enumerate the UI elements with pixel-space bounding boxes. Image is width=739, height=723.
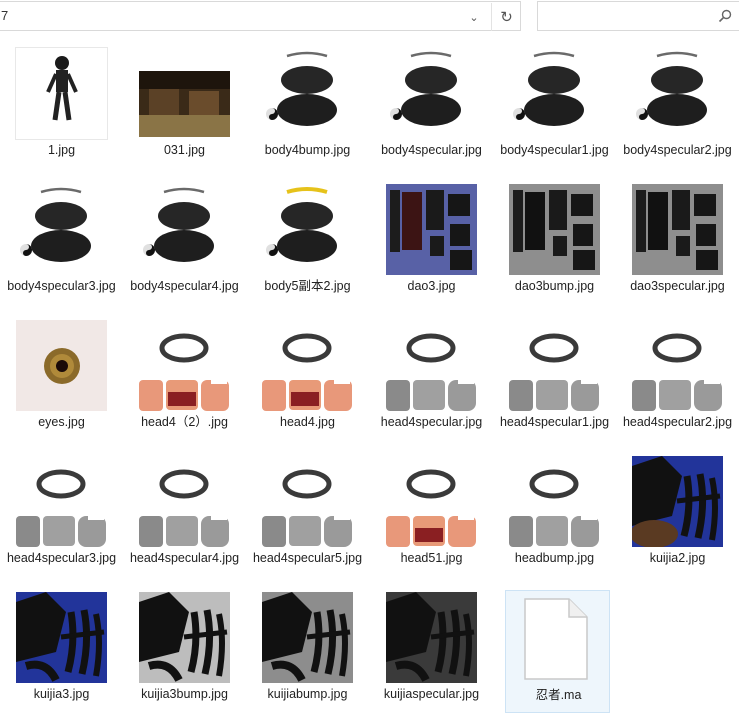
file-thumbnail: [386, 456, 477, 547]
file-item[interactable]: body4bump.jpg: [246, 42, 369, 176]
file-thumbnail: [509, 456, 600, 547]
file-item-selected[interactable]: 忍者.ma: [505, 590, 610, 713]
file-item[interactable]: dao3specular.jpg: [616, 178, 739, 312]
file-thumbnail: [632, 184, 723, 275]
file-thumbnail: [139, 184, 230, 275]
file-name: head4specular4.jpg: [129, 551, 240, 565]
file-item[interactable]: dao3bump.jpg: [493, 178, 616, 312]
file-thumbnail: [632, 320, 723, 411]
file-thumbnail: [262, 456, 353, 547]
search-icon[interactable]: [717, 8, 733, 24]
file-thumbnail: [139, 592, 230, 683]
file-name: head4specular1.jpg: [499, 415, 610, 429]
file-item[interactable]: head4specular3.jpg: [0, 450, 123, 584]
file-name: body4specular1.jpg: [500, 143, 609, 157]
file-item[interactable]: body4specular.jpg: [370, 42, 493, 176]
file-name: body4specular.jpg: [381, 143, 482, 157]
file-name: kuijia3bump.jpg: [141, 687, 228, 701]
file-thumbnail: [509, 320, 600, 411]
file-thumbnail: [509, 48, 600, 139]
file-thumbnail: [139, 71, 230, 137]
file-item[interactable]: dao3.jpg: [370, 178, 493, 312]
file-item[interactable]: 1.jpg: [0, 42, 123, 176]
file-item[interactable]: kuijia3.jpg: [0, 586, 123, 720]
file-thumbnail: [386, 592, 477, 683]
file-thumbnail: [632, 456, 723, 547]
file-name: body4specular3.jpg: [7, 279, 116, 293]
file-name: dao3specular.jpg: [630, 279, 725, 293]
file-thumbnail: [139, 456, 230, 547]
document-icon: [524, 598, 588, 680]
file-item[interactable]: head4.jpg: [246, 314, 369, 448]
file-item[interactable]: body5副本2.jpg: [246, 178, 369, 312]
file-name: 1.jpg: [47, 143, 76, 157]
file-grid: 1.jpg 031.jpg body4bump.jpg body4specula…: [0, 42, 739, 723]
file-thumbnail: [16, 456, 107, 547]
file-name: body4specular4.jpg: [130, 279, 239, 293]
file-item[interactable]: kuijiabump.jpg: [246, 586, 369, 720]
address-bar[interactable]: 7 ⌄ ↻: [0, 1, 521, 31]
file-thumbnail: [262, 184, 353, 275]
refresh-icon[interactable]: ↻: [493, 3, 520, 31]
file-item[interactable]: head4specular2.jpg: [616, 314, 739, 448]
file-name: body5副本2.jpg: [264, 279, 351, 293]
toolbar: 7 ⌄ ↻: [0, 0, 739, 34]
file-name: head4specular2.jpg: [622, 415, 733, 429]
file-item[interactable]: head4specular.jpg: [370, 314, 493, 448]
file-thumbnail: [16, 592, 107, 683]
file-item[interactable]: body4specular1.jpg: [493, 42, 616, 176]
file-thumbnail: [16, 320, 107, 411]
file-name: kuijia2.jpg: [649, 551, 706, 565]
file-name: kuijiaspecular.jpg: [383, 687, 480, 701]
file-item[interactable]: head4specular1.jpg: [493, 314, 616, 448]
file-thumbnail: [262, 320, 353, 411]
file-name: 忍者.ma: [535, 688, 582, 702]
file-name: head4specular5.jpg: [252, 551, 363, 565]
file-item[interactable]: 031.jpg: [123, 42, 246, 176]
address-divider: [491, 3, 492, 31]
file-name: dao3.jpg: [407, 279, 456, 293]
file-name: head4specular.jpg: [380, 415, 483, 429]
file-item[interactable]: eyes.jpg: [0, 314, 123, 448]
file-thumbnail: [386, 320, 477, 411]
file-item[interactable]: body4specular3.jpg: [0, 178, 123, 312]
file-name: 031.jpg: [163, 143, 205, 157]
file-thumbnail: [509, 184, 600, 275]
file-thumbnail: [16, 184, 107, 275]
file-thumbnail: [262, 48, 353, 139]
file-name: body4specular2.jpg: [623, 143, 732, 157]
file-item[interactable]: kuijia3bump.jpg: [123, 586, 246, 720]
file-name: head51.jpg: [400, 551, 463, 565]
file-name: head4（2）.jpg: [141, 415, 228, 429]
file-name: head4specular3.jpg: [6, 551, 117, 565]
file-thumbnail: [632, 48, 723, 139]
file-item[interactable]: head4specular5.jpg: [246, 450, 369, 584]
file-name: eyes.jpg: [38, 415, 85, 429]
file-thumbnail: [386, 48, 477, 139]
chevron-down-icon[interactable]: ⌄: [461, 3, 487, 31]
file-item[interactable]: head4specular4.jpg: [123, 450, 246, 584]
file-name: dao3bump.jpg: [514, 279, 595, 293]
address-path: 7: [1, 8, 9, 23]
file-name: headbump.jpg: [514, 551, 595, 565]
file-name: head4.jpg: [280, 415, 335, 429]
file-thumbnail: [262, 592, 353, 683]
file-item[interactable]: headbump.jpg: [493, 450, 616, 584]
file-thumbnail: [16, 48, 107, 139]
file-name: kuijiabump.jpg: [267, 687, 348, 701]
file-thumbnail: [386, 184, 477, 275]
file-item[interactable]: kuijia2.jpg: [616, 450, 739, 584]
file-item[interactable]: body4specular4.jpg: [123, 178, 246, 312]
file-item[interactable]: body4specular2.jpg: [616, 42, 739, 176]
search-input[interactable]: [537, 1, 739, 31]
file-item[interactable]: head51.jpg: [370, 450, 493, 584]
file-item[interactable]: head4（2）.jpg: [123, 314, 246, 448]
file-name: kuijia3.jpg: [33, 687, 90, 701]
file-name: body4bump.jpg: [264, 143, 351, 157]
file-thumbnail: [139, 320, 230, 411]
file-item[interactable]: kuijiaspecular.jpg: [370, 586, 493, 720]
